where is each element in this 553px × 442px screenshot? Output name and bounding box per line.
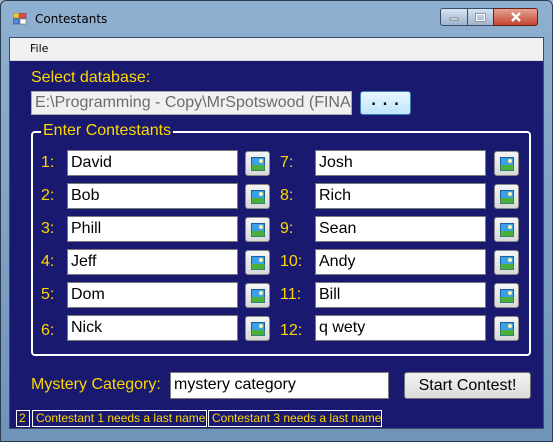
client-area: File Select database: E:\Programming - C…	[9, 37, 544, 429]
menu-file[interactable]: File	[30, 42, 48, 55]
picture-icon	[251, 289, 265, 303]
contestant-name-input[interactable]: q wety	[315, 315, 486, 341]
contestant-name-input[interactable]: Andy	[315, 249, 486, 275]
minimize-button[interactable]	[440, 8, 468, 26]
status-count: 2	[16, 410, 30, 427]
picture-icon	[251, 190, 265, 204]
contestant-image-button[interactable]	[245, 250, 270, 275]
status-message-2: Contestant 3 needs a last name	[208, 410, 382, 427]
contestant-name-input[interactable]: Nick	[67, 315, 238, 341]
picture-icon	[251, 256, 265, 270]
menu-bar: File	[10, 38, 543, 61]
database-path-field[interactable]: E:\Programming - Copy\MrSpotswood (FINA	[31, 91, 352, 115]
contestant-image-button[interactable]	[245, 316, 270, 341]
contestant-name-input[interactable]: Jeff	[67, 249, 238, 275]
window-title: Contestants	[35, 12, 108, 26]
contestant-number: 8:	[280, 187, 294, 204]
contestant-name-input[interactable]: Josh	[315, 150, 486, 176]
contestant-number: 1:	[41, 154, 55, 171]
contestant-number: 7:	[280, 154, 294, 171]
contestant-name-input[interactable]: Sean	[315, 216, 486, 242]
picture-icon	[500, 223, 514, 237]
contestant-number: 9:	[280, 220, 294, 237]
contestant-image-button[interactable]	[245, 184, 270, 209]
contestant-number: 3:	[41, 220, 55, 237]
start-contest-button[interactable]: Start Contest!	[404, 372, 531, 399]
maximize-button[interactable]	[467, 8, 494, 26]
contestant-image-button[interactable]	[494, 283, 519, 308]
contestant-name-input[interactable]: Bob	[67, 183, 238, 209]
status-message-1: Contestant 1 needs a last name	[32, 410, 207, 427]
contestant-image-button[interactable]	[494, 184, 519, 209]
contestant-name-input[interactable]: Rich	[315, 183, 486, 209]
select-database-label: Select database:	[31, 69, 151, 86]
contestant-name-input[interactable]: David	[67, 150, 238, 176]
contestant-image-button[interactable]	[245, 151, 270, 176]
contestant-image-button[interactable]	[245, 217, 270, 242]
picture-icon	[500, 289, 514, 303]
contestant-name-input[interactable]: Phill	[67, 216, 238, 242]
contestant-name-input[interactable]: Dom	[67, 282, 238, 308]
picture-icon	[251, 223, 265, 237]
maximize-icon	[475, 12, 486, 22]
group-title: Enter Contestants	[41, 122, 174, 140]
contestant-number: 2:	[41, 187, 55, 204]
contestants-window: Contestants File Select database: E:\Pro…	[0, 0, 553, 442]
contestant-number: 5:	[41, 286, 55, 303]
app-icon	[13, 13, 27, 25]
minimize-icon	[449, 17, 459, 21]
contestant-number: 6:	[41, 322, 55, 339]
contestant-number: 10:	[280, 253, 303, 270]
close-button[interactable]	[493, 8, 538, 26]
contestant-number: 4:	[41, 253, 55, 270]
mystery-category-label: Mystery Category:	[31, 376, 161, 393]
contestant-image-button[interactable]	[245, 283, 270, 308]
contestant-number: 11:	[280, 286, 302, 303]
picture-icon	[500, 256, 514, 270]
picture-icon	[500, 157, 514, 171]
contestant-image-button[interactable]	[494, 316, 519, 341]
contestant-name-input[interactable]: Bill	[315, 282, 486, 308]
title-bar[interactable]: Contestants	[1, 1, 552, 37]
contestant-image-button[interactable]	[494, 250, 519, 275]
picture-icon	[251, 322, 265, 336]
picture-icon	[251, 157, 265, 171]
mystery-category-input[interactable]: mystery category	[170, 372, 389, 399]
browse-button[interactable]: . . .	[360, 91, 411, 115]
picture-icon	[500, 322, 514, 336]
contestant-image-button[interactable]	[494, 151, 519, 176]
contestant-number: 12:	[280, 322, 303, 339]
close-icon	[510, 12, 521, 22]
contestant-image-button[interactable]	[494, 217, 519, 242]
picture-icon	[500, 190, 514, 204]
status-bar: 2 Contestant 1 needs a last name Contest…	[10, 408, 543, 428]
